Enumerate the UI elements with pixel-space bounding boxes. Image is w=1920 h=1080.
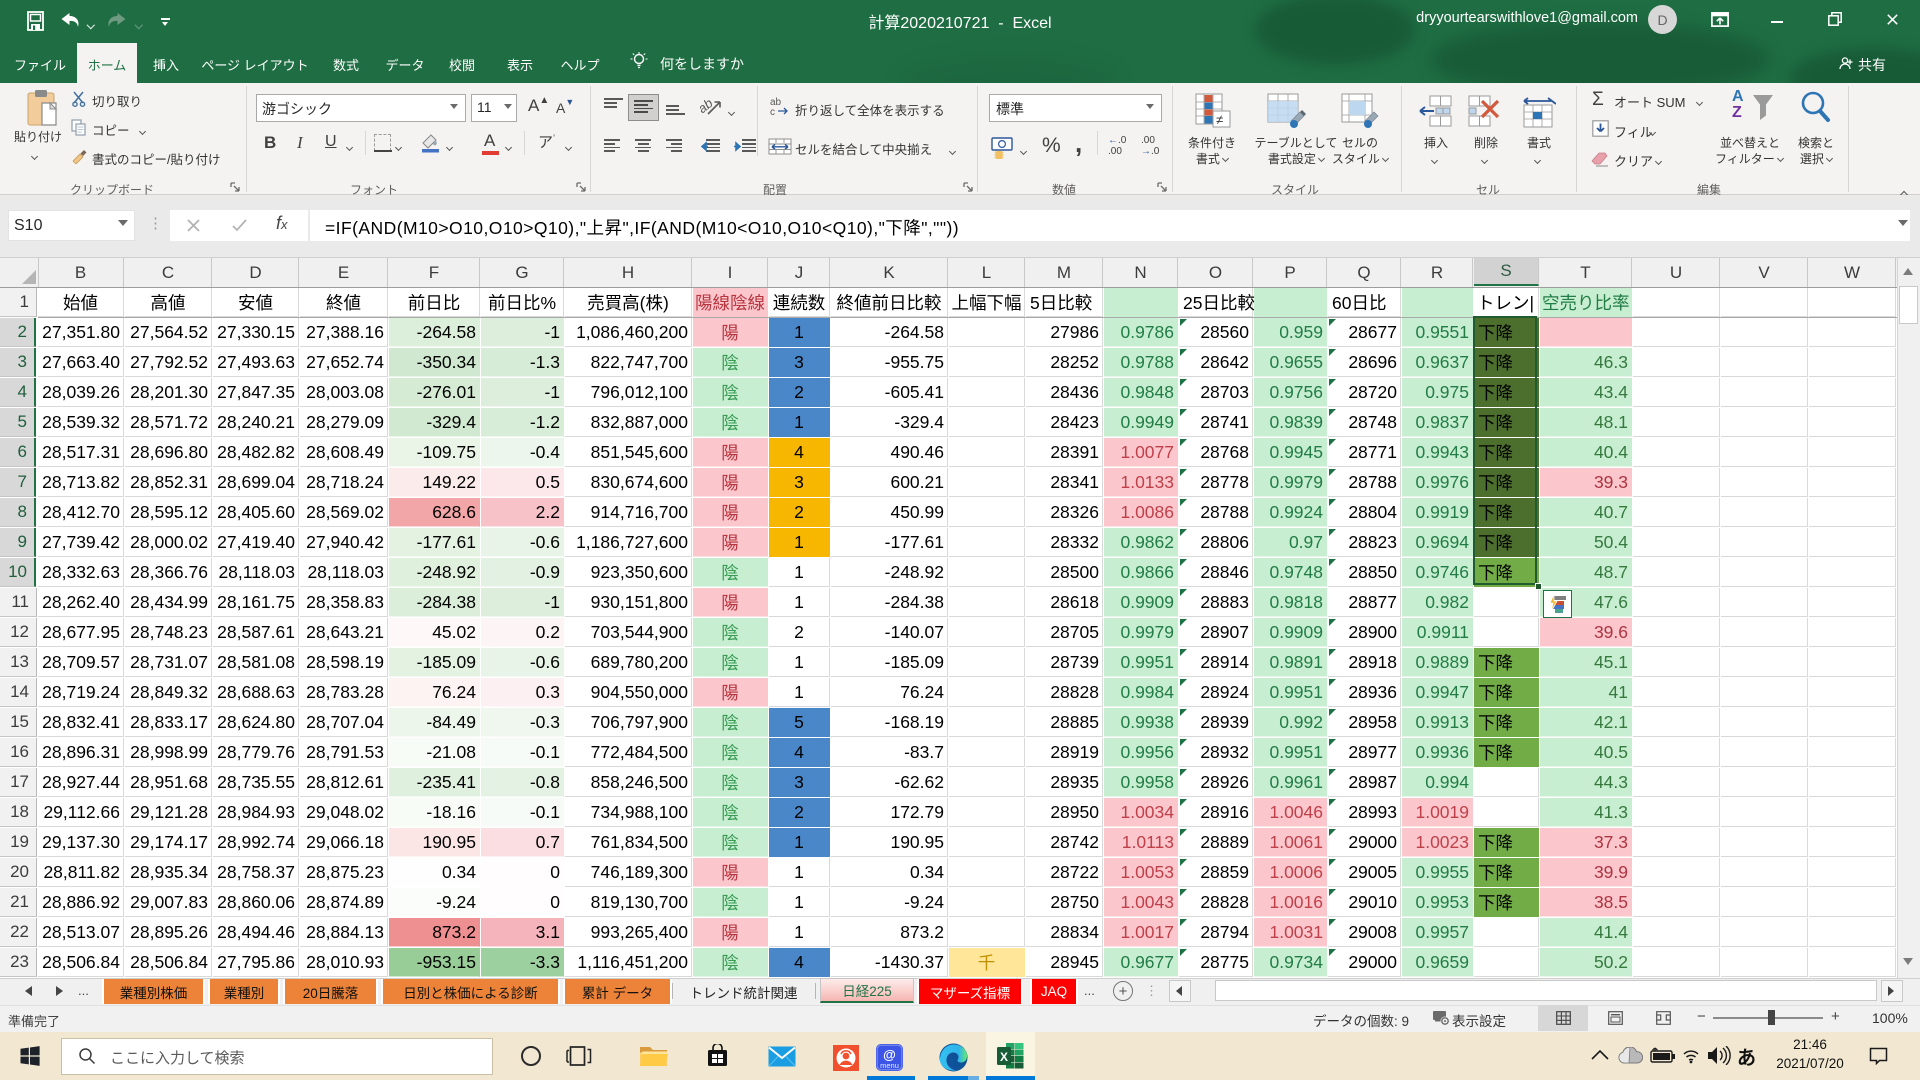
svg-text:ab: ab: [700, 95, 716, 116]
svg-text:c: c: [770, 107, 775, 117]
svg-text:≠: ≠: [1216, 112, 1223, 127]
svg-text:@: @: [883, 1047, 896, 1062]
svg-text:X: X: [1000, 1050, 1008, 1064]
svg-text:menu: menu: [880, 1061, 899, 1070]
